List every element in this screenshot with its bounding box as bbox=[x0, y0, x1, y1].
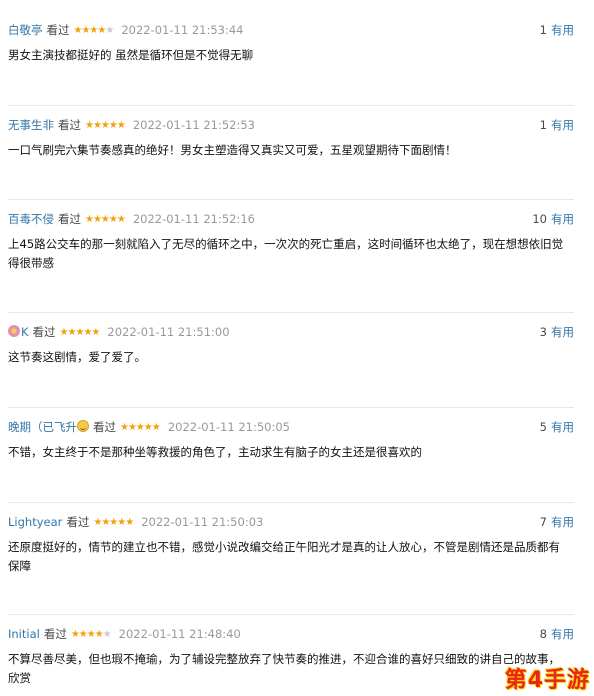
star-on-icon: ★★★★ bbox=[73, 25, 107, 36]
review-meta: Lightyear 看过 ★★★★★ 2022-01-11 21:50:03 7 有用 bbox=[8, 514, 574, 530]
review-content: 一口气刷完六集节奏感真的绝好！男女主塑造得又真实又可爱，五星观望期待下面剧情！ bbox=[8, 143, 457, 157]
vote-count: 1 bbox=[539, 23, 547, 37]
watched-label: 看过 bbox=[93, 420, 116, 434]
watched-label: 看过 bbox=[46, 23, 70, 37]
useful-button[interactable]: 有用 bbox=[551, 212, 574, 226]
star-off-icon: ★ bbox=[102, 629, 112, 640]
vote-count: 5 bbox=[539, 420, 547, 434]
review-item: 晚期（已飞升 看过 ★★★★★ 2022-01-11 21:50:05 5 有用 不错，… bbox=[8, 407, 574, 462]
review-meta: 百毒不侵 看过 ★★★★★ 2022-01-11 21:52:16 10 有用 bbox=[8, 211, 574, 227]
rating-stars: ★★★★★ bbox=[70, 627, 112, 643]
review-content: 不算尽善尽美，但也瑕不掩瑜，为了辅设完整放弃了快节奏的推进，不迎合谁的喜好只细致… bbox=[8, 652, 560, 685]
star-on-icon: ★★★★ bbox=[70, 629, 104, 640]
useful-vote: 1 有用 bbox=[540, 117, 574, 133]
review-meta: 晚期（已飞升 看过 ★★★★★ 2022-01-11 21:50:05 5 有用 bbox=[8, 419, 574, 435]
useful-button[interactable]: 有用 bbox=[551, 420, 574, 434]
smiley-face-icon bbox=[77, 420, 89, 432]
reviewer-name-link[interactable]: Initial bbox=[8, 627, 40, 641]
rating-stars: ★★★★★ bbox=[85, 212, 126, 228]
review-item: 无事生非 看过 ★★★★★ 2022-01-11 21:52:53 1 有用 一口气刷完… bbox=[8, 105, 574, 160]
star-on-icon: ★★★★★ bbox=[59, 327, 101, 338]
review-meta: 白敬亭 看过 ★★★★★ 2022-01-11 21:53:44 1 有用 bbox=[8, 22, 574, 38]
watched-label: 看过 bbox=[32, 325, 56, 339]
useful-vote: 7 有用 bbox=[540, 514, 574, 530]
reviewer-name: 晚期（已飞升 bbox=[8, 420, 77, 434]
watched-label: 看过 bbox=[43, 627, 67, 641]
vote-count: 8 bbox=[539, 627, 547, 641]
review-content: 上45路公交车的那一刻就陷入了无尽的循环之中，一次次的死亡重启，这时间循环也太绝… bbox=[8, 237, 564, 270]
useful-vote: 10 有用 bbox=[532, 211, 574, 227]
divider bbox=[8, 312, 574, 313]
review-timestamp: 2022-01-11 21:51:00 bbox=[107, 325, 230, 339]
useful-vote: 1 有用 bbox=[540, 22, 574, 38]
vote-count: 10 bbox=[532, 212, 547, 226]
star-off-icon: ★ bbox=[105, 25, 114, 36]
divider bbox=[8, 105, 574, 106]
review-timestamp: 2022-01-11 21:50:05 bbox=[167, 420, 290, 434]
useful-button[interactable]: 有用 bbox=[551, 118, 574, 132]
useful-button[interactable]: 有用 bbox=[551, 23, 574, 37]
watched-label: 看过 bbox=[66, 515, 90, 529]
reviewer-name-link[interactable]: 晚期（已飞升 bbox=[8, 420, 89, 434]
reviewer-name-link[interactable]: K bbox=[21, 325, 29, 339]
flower-icon bbox=[8, 325, 20, 337]
useful-vote: 8 有用 bbox=[540, 626, 574, 642]
useful-vote: 3 有用 bbox=[540, 324, 574, 340]
vote-count: 1 bbox=[539, 118, 547, 132]
useful-vote: 5 有用 bbox=[540, 419, 574, 435]
review-item: K 看过 ★★★★★ 2022-01-11 21:51:00 3 有用 这节奏这剧情，爱… bbox=[8, 312, 574, 367]
useful-button[interactable]: 有用 bbox=[551, 325, 574, 339]
star-on-icon: ★★★★★ bbox=[85, 120, 126, 131]
reviewer-name-link[interactable]: 白敬亭 bbox=[8, 23, 43, 37]
vote-count: 3 bbox=[539, 325, 547, 339]
review-item: Lightyear 看过 ★★★★★ 2022-01-11 21:50:03 7 有用 … bbox=[8, 502, 574, 576]
review-meta: K 看过 ★★★★★ 2022-01-11 21:51:00 3 有用 bbox=[8, 324, 574, 340]
reviewer-name-link[interactable]: 百毒不侵 bbox=[8, 212, 54, 226]
divider bbox=[8, 199, 574, 200]
review-timestamp: 2022-01-11 21:53:44 bbox=[121, 23, 244, 37]
divider bbox=[8, 407, 574, 408]
divider bbox=[8, 614, 574, 615]
rating-stars: ★★★★★ bbox=[85, 118, 126, 134]
useful-button[interactable]: 有用 bbox=[551, 627, 574, 641]
useful-button[interactable]: 有用 bbox=[551, 515, 574, 529]
review-timestamp: 2022-01-11 21:50:03 bbox=[141, 515, 264, 529]
review-timestamp: 2022-01-11 21:52:53 bbox=[132, 118, 255, 132]
review-timestamp: 2022-01-11 21:48:40 bbox=[118, 627, 241, 641]
review-item: Initial 看过 ★★★★★ 2022-01-11 21:48:40 8 有用 不算… bbox=[8, 614, 574, 688]
rating-stars: ★★★★★ bbox=[73, 23, 115, 39]
review-list: 白敬亭 看过 ★★★★★ 2022-01-11 21:53:44 1 有用 男女主演技都… bbox=[0, 0, 594, 696]
watched-label: 看过 bbox=[58, 118, 81, 132]
review-content: 不错，女主终于不是那种坐等救援的角色了，主动求生有脑子的女主还是很喜欢的 bbox=[8, 445, 422, 459]
divider bbox=[8, 502, 574, 503]
review-content: 这节奏这剧情，爱了爱了。 bbox=[8, 350, 146, 364]
review-item: 百毒不侵 看过 ★★★★★ 2022-01-11 21:52:16 10 有用 上45路… bbox=[8, 199, 574, 273]
reviewer-name-link[interactable]: 无事生非 bbox=[8, 118, 54, 132]
review-content: 男女主演技都挺好的 虽然是循环但是不觉得无聊 bbox=[8, 48, 254, 62]
watched-label: 看过 bbox=[58, 212, 81, 226]
star-on-icon: ★★★★★ bbox=[93, 517, 134, 528]
rating-stars: ★★★★★ bbox=[93, 515, 134, 531]
review-meta: 无事生非 看过 ★★★★★ 2022-01-11 21:52:53 1 有用 bbox=[8, 117, 574, 133]
star-on-icon: ★★★★★ bbox=[85, 214, 126, 225]
vote-count: 7 bbox=[539, 515, 547, 529]
review-content: 还原度挺好的，情节的建立也不错，感觉小说改编交给正午阳光才是真的让人放心，不管是… bbox=[8, 540, 560, 573]
review-timestamp: 2022-01-11 21:52:16 bbox=[132, 212, 255, 226]
rating-stars: ★★★★★ bbox=[59, 325, 101, 341]
review-meta: Initial 看过 ★★★★★ 2022-01-11 21:48:40 8 有用 bbox=[8, 626, 574, 642]
site-watermark: 第4手游 bbox=[504, 668, 590, 693]
rating-stars: ★★★★★ bbox=[120, 420, 161, 436]
reviewer-name-link[interactable]: Lightyear bbox=[8, 515, 62, 529]
star-on-icon: ★★★★★ bbox=[120, 422, 161, 433]
review-item: 白敬亭 看过 ★★★★★ 2022-01-11 21:53:44 1 有用 男女主演技都… bbox=[8, 22, 574, 65]
